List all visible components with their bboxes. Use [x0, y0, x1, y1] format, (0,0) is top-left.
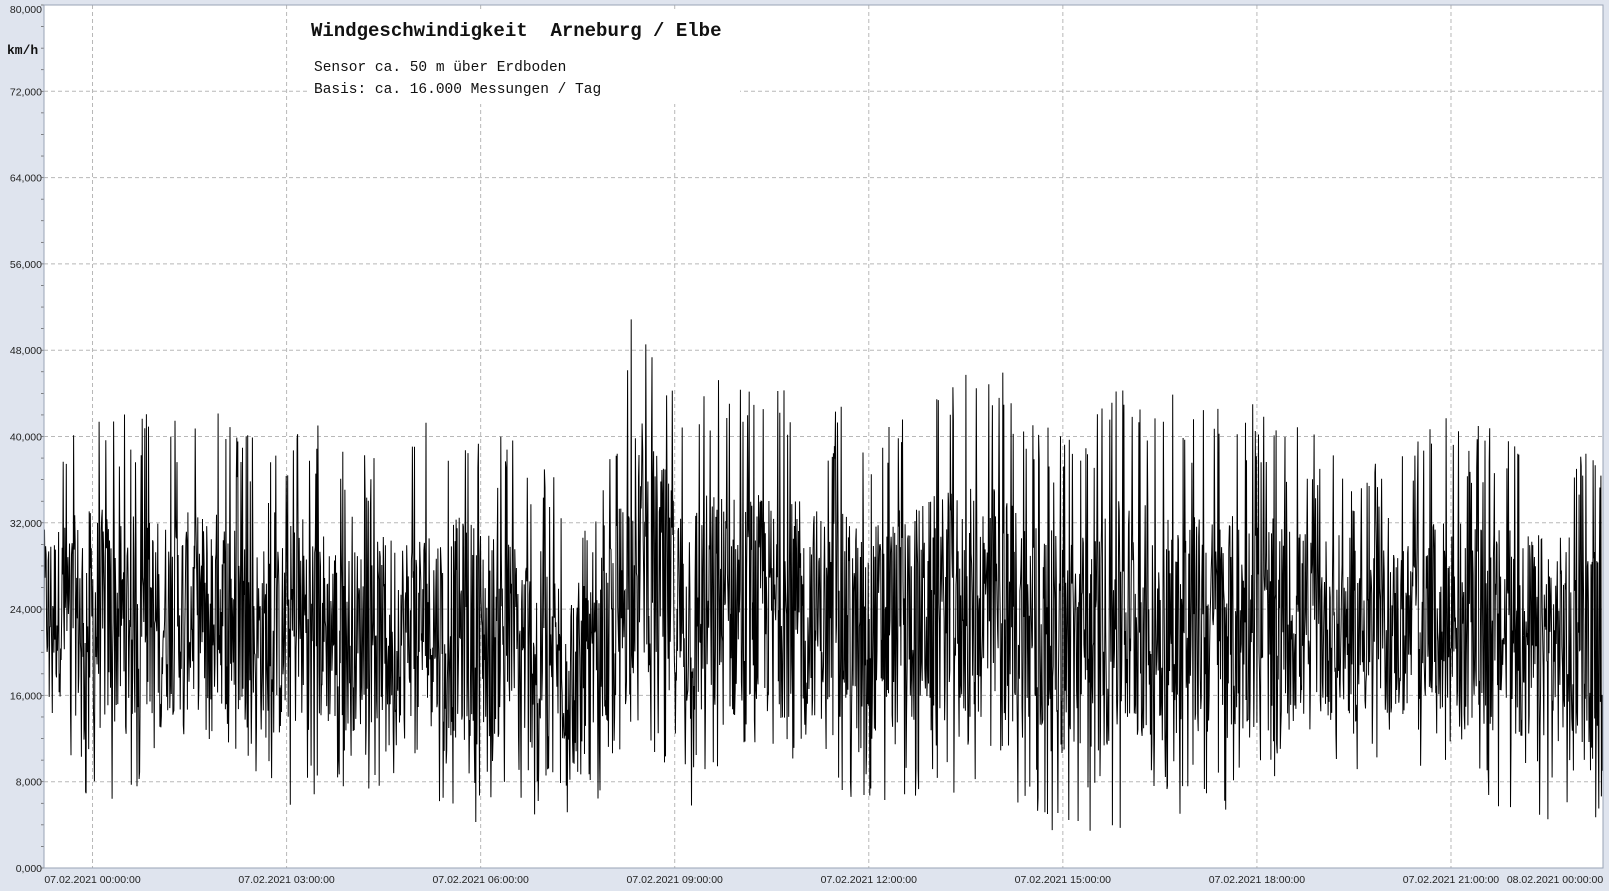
x-tick-label: 08.02.2021 00:00:00	[1507, 874, 1604, 886]
y-tick-label: 72,000	[10, 86, 42, 98]
y-tick-label: 56,000	[10, 259, 42, 271]
y-tick-label: 8,000	[16, 777, 42, 789]
x-axis: 07.02.2021 00:00:00 07.02.2021 03:00:00 07…	[44, 874, 1603, 886]
x-tick-label: 07.02.2021 12:00:00	[821, 874, 918, 886]
y-tick-label: 16,000	[10, 690, 42, 702]
y-axis: 0,000 8,000 16,000 24,000 32,000 40,000 48,000…	[10, 4, 44, 875]
chart-canvas: 0,000 8,000 16,000 24,000 32,000 40,000 48,000…	[7, 4, 1604, 886]
x-tick-label: 07.02.2021 06:00:00	[432, 874, 529, 886]
y-tick-label: 64,000	[10, 173, 42, 185]
x-tick-label: 07.02.2021 00:00:00	[44, 874, 141, 886]
y-tick-label: 0,000	[16, 863, 42, 875]
x-tick-label: 07.02.2021 09:00:00	[627, 874, 724, 886]
y-tick-label: 80,000	[10, 4, 42, 16]
y-tick-label: 48,000	[10, 345, 42, 357]
x-tick-label: 07.02.2021 18:00:00	[1209, 874, 1306, 886]
y-tick-label: 32,000	[10, 518, 42, 530]
chart-subtitle-basis: Basis: ca. 16.000 Messungen / Tag	[314, 82, 601, 98]
x-tick-label: 07.02.2021 15:00:00	[1015, 874, 1112, 886]
x-tick-label: 07.02.2021 03:00:00	[238, 874, 335, 886]
chart-subtitle-sensor: Sensor ca. 50 m über Erdboden	[314, 60, 566, 76]
x-tick-label: 07.02.2021 21:00:00	[1403, 874, 1500, 886]
y-axis-label: km/h	[7, 43, 38, 58]
y-tick-label: 40,000	[10, 432, 42, 444]
chart-title: Windgeschwindigkeit Arneburg / Elbe	[311, 20, 721, 42]
y-tick-label: 24,000	[10, 604, 42, 616]
